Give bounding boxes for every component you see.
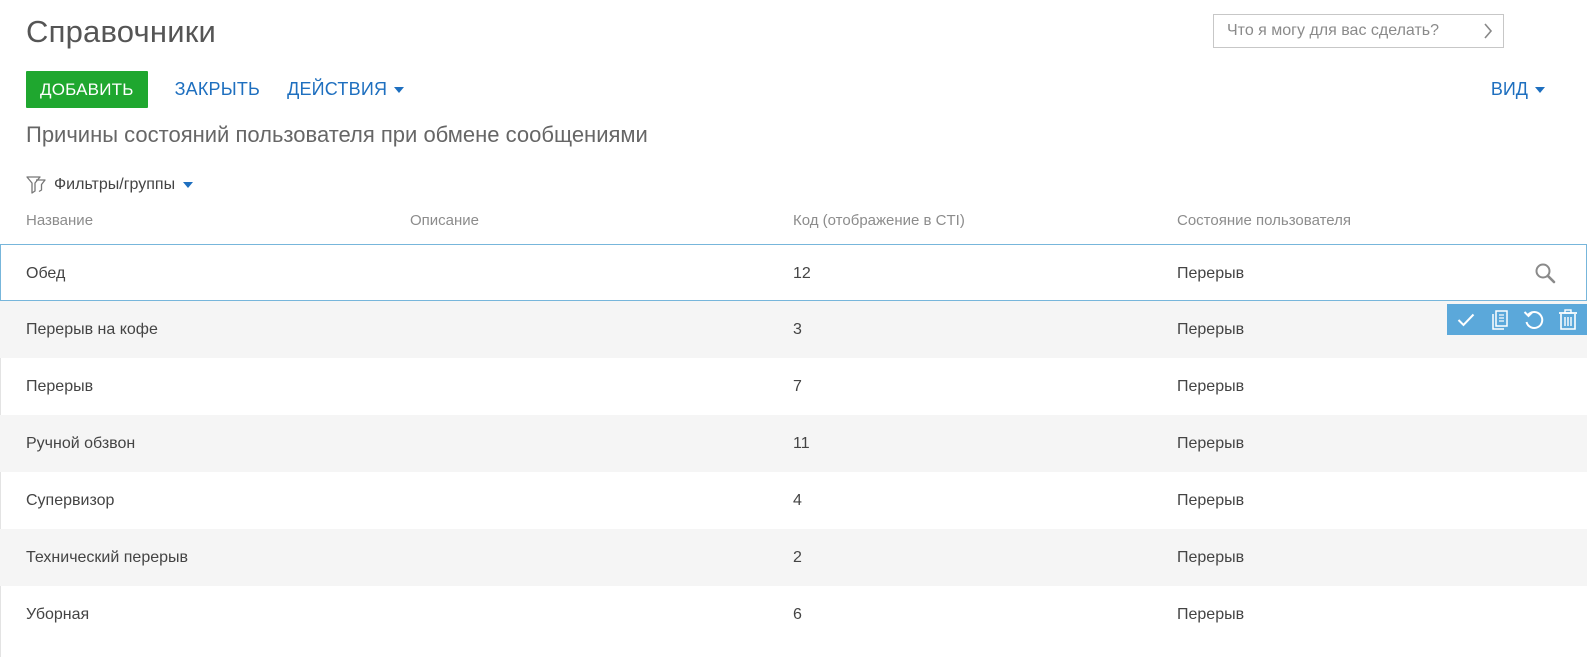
cell-name: Ручной обзвон — [26, 434, 136, 452]
table-row[interactable]: Ручной обзвон 11 Перерыв — [0, 415, 1587, 472]
cell-name: Перерыв на кофе — [26, 320, 158, 338]
cell-state: Перерыв — [1177, 548, 1245, 566]
caret-down-icon — [394, 86, 405, 93]
cell-state: Перерыв — [1177, 264, 1245, 282]
chevron-right-icon[interactable] — [1473, 15, 1503, 47]
copy-icon[interactable] — [1485, 306, 1515, 334]
column-header-name[interactable]: Название — [26, 212, 93, 229]
cell-code: 2 — [793, 548, 802, 566]
cell-name: Обед — [26, 264, 66, 282]
column-header-description[interactable]: Описание — [410, 212, 479, 229]
lookup-grid: Обед 12 Перерыв Перерыв на кофе 3 Переры… — [0, 244, 1587, 643]
cell-code: 11 — [793, 434, 810, 452]
table-row[interactable]: Обед 12 Перерыв — [0, 244, 1587, 301]
cell-code: 4 — [793, 491, 802, 509]
page-title: Справочники — [26, 14, 217, 49]
toolbar: ДОБАВИТЬ ЗАКРЫТЬ ДЕЙСТВИЯ — [26, 71, 405, 108]
cell-name: Супервизор — [26, 491, 115, 509]
cell-state: Перерыв — [1177, 605, 1245, 623]
table-row[interactable]: Перерыв на кофе 3 Перерыв — [0, 301, 1587, 358]
table-row[interactable]: Технический перерыв 2 Перерыв — [0, 529, 1587, 586]
column-header-cti-code[interactable]: Код (отображение в CTI) — [793, 212, 965, 229]
lookup-page: Справочники Что я могу для вас сделать? … — [0, 0, 1587, 657]
cell-state: Перерыв — [1177, 434, 1245, 452]
cell-state: Перерыв — [1177, 377, 1245, 395]
command-search-input[interactable]: Что я могу для вас сделать? — [1213, 14, 1504, 48]
grid-header: Название Описание Код (отображение в CTI… — [0, 212, 1587, 234]
filters-groups-button[interactable]: Фильтры/группы — [26, 174, 194, 196]
actions-menu-label: ДЕЙСТВИЯ — [287, 79, 388, 99]
caret-down-icon — [1535, 86, 1545, 93]
row-action-bar — [1447, 304, 1587, 335]
column-header-user-state[interactable]: Состояние пользователя — [1177, 212, 1351, 229]
close-button[interactable]: ЗАКРЫТЬ — [175, 79, 261, 100]
cell-name: Перерыв — [26, 377, 94, 395]
view-menu-button[interactable]: ВИД — [1491, 71, 1545, 108]
trash-icon[interactable] — [1553, 306, 1583, 334]
table-row[interactable]: Уборная 6 Перерыв — [0, 586, 1587, 643]
cell-name: Технический перерыв — [26, 548, 189, 566]
cell-code: 12 — [793, 264, 811, 282]
table-row[interactable]: Супервизор 4 Перерыв — [0, 472, 1587, 529]
actions-menu-button[interactable]: ДЕЙСТВИЯ — [287, 79, 405, 100]
close-button-label: ЗАКРЫТЬ — [174, 79, 261, 99]
cell-code: 6 — [793, 605, 802, 623]
cell-name: Уборная — [26, 605, 90, 623]
add-button[interactable]: ДОБАВИТЬ — [26, 71, 148, 108]
undo-icon[interactable] — [1519, 306, 1549, 334]
caret-down-icon — [183, 182, 194, 188]
cell-code: 3 — [793, 320, 802, 338]
table-row[interactable]: Перерыв 7 Перерыв — [0, 358, 1587, 415]
cell-state: Перерыв — [1177, 320, 1245, 338]
filters-label: Фильтры/группы — [54, 176, 176, 193]
cell-state: Перерыв — [1177, 491, 1245, 509]
section-title: Причины состояний пользователя при обмен… — [26, 122, 648, 147]
search-icon[interactable] — [1534, 245, 1556, 300]
filter-icon — [26, 175, 46, 195]
cell-code: 7 — [793, 377, 802, 395]
check-icon[interactable] — [1451, 306, 1481, 334]
view-menu-label: ВИД — [1490, 79, 1528, 99]
search-placeholder: Что я могу для вас сделать? — [1227, 22, 1440, 39]
